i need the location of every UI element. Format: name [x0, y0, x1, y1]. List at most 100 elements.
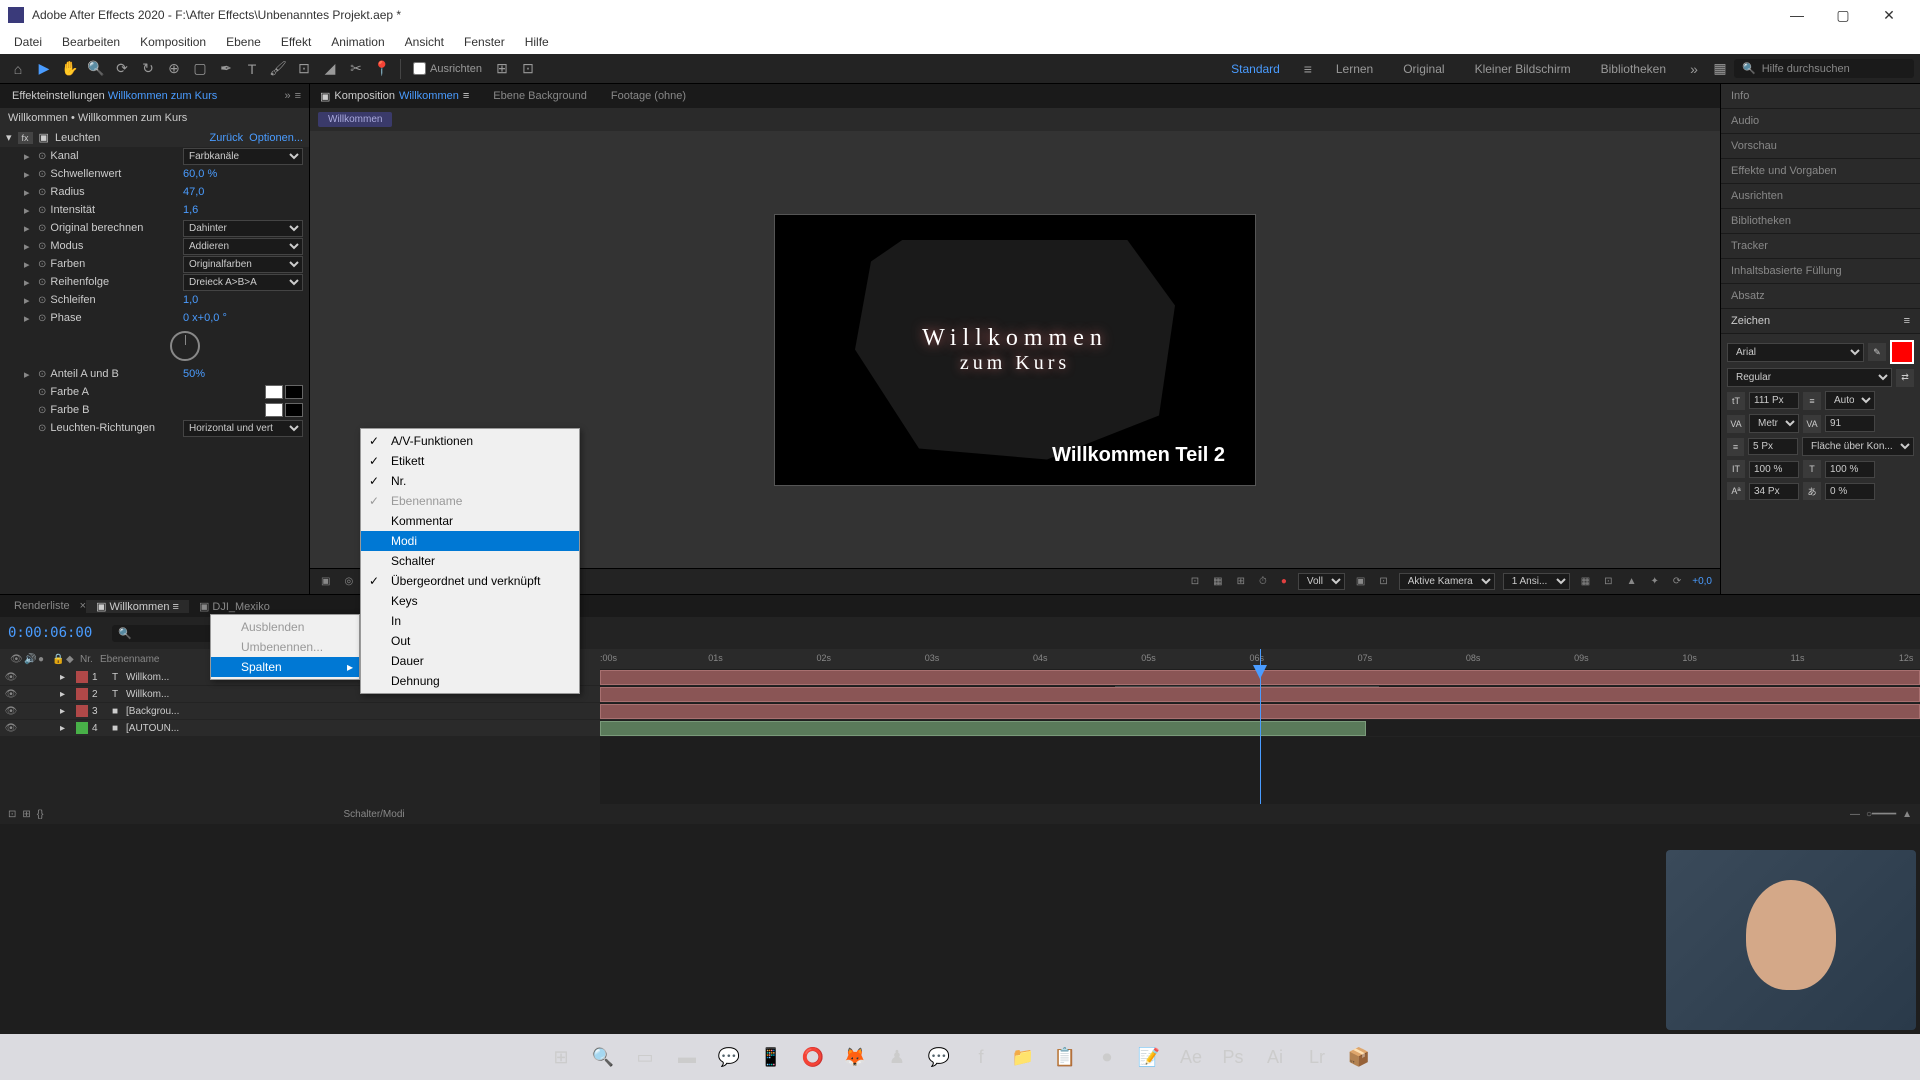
- stopwatch-icon[interactable]: ⊙: [38, 241, 46, 252]
- twirl-icon[interactable]: ▸: [24, 204, 34, 217]
- stamp-tool[interactable]: ⊡: [292, 57, 316, 81]
- workspace-more-icon[interactable]: »: [1682, 57, 1706, 81]
- status-btn[interactable]: ⊞: [22, 809, 30, 820]
- stroke-input[interactable]: [1748, 438, 1798, 455]
- panel-tracker[interactable]: Tracker: [1721, 234, 1920, 259]
- font-style-select[interactable]: Regular: [1727, 368, 1892, 387]
- twirl-icon[interactable]: ▸: [24, 294, 34, 307]
- tl-tab-mexiko[interactable]: ▣ DJI_Mexiko: [189, 600, 280, 613]
- ctx-item[interactable]: ✓A/V-Funktionen: [361, 431, 579, 451]
- taskbar-app[interactable]: 🦊: [837, 1039, 873, 1075]
- twirl-icon[interactable]: ▸: [24, 240, 34, 253]
- playhead[interactable]: [1260, 649, 1261, 804]
- stopwatch-icon[interactable]: ⊙: [38, 223, 46, 234]
- resolution-select[interactable]: Voll: [1298, 573, 1345, 590]
- orbit-tool[interactable]: ⟳: [110, 57, 134, 81]
- ctx-item[interactable]: Keys: [361, 591, 579, 611]
- eyedropper-b[interactable]: [285, 403, 303, 417]
- camera-select[interactable]: Aktive Kamera: [1399, 573, 1495, 590]
- viewer-btn[interactable]: ⊡: [1188, 576, 1202, 587]
- taskbar-app[interactable]: 📦: [1341, 1039, 1377, 1075]
- tl-tab-render[interactable]: Renderliste: [4, 600, 80, 612]
- prop-value[interactable]: 1,6: [183, 204, 303, 216]
- views-select[interactable]: 1 Ansi...: [1503, 573, 1570, 590]
- status-btn[interactable]: ⊡: [8, 809, 16, 820]
- comp-tab-willkommen[interactable]: ▣ Komposition Willkommen ≡: [314, 90, 475, 103]
- layer-row[interactable]: 👁▸4■[AUTOUN...: [0, 720, 600, 737]
- exposure[interactable]: +0,0: [1692, 576, 1712, 587]
- taskbar-app[interactable]: Ps: [1215, 1039, 1251, 1075]
- home-tool[interactable]: ⌂: [6, 57, 30, 81]
- rotate-tool[interactable]: ↻: [136, 57, 160, 81]
- snap-opt-icon[interactable]: ⊞: [490, 57, 514, 81]
- ctx-item[interactable]: ✓Nr.: [361, 471, 579, 491]
- hscale-input[interactable]: [1825, 461, 1875, 478]
- prop-anteil-val[interactable]: 50%: [183, 368, 303, 380]
- viewer-btn[interactable]: ●: [1278, 576, 1290, 587]
- baseline-input[interactable]: [1749, 483, 1799, 500]
- twirl-icon[interactable]: ▸: [24, 150, 34, 163]
- taskbar-app[interactable]: Lr: [1299, 1039, 1335, 1075]
- fx-enable-icon[interactable]: ▣: [39, 131, 49, 144]
- fill-color-swatch[interactable]: [1890, 340, 1914, 364]
- color-b-swatch[interactable]: [265, 403, 283, 417]
- help-search[interactable]: 🔍 Hilfe durchsuchen: [1734, 59, 1914, 78]
- twirl-icon[interactable]: ▸: [24, 258, 34, 271]
- panel-content-fill[interactable]: Inhaltsbasierte Füllung: [1721, 259, 1920, 284]
- menu-ebene[interactable]: Ebene: [216, 30, 271, 54]
- pen-tool[interactable]: ✒: [214, 57, 238, 81]
- viewer-btn[interactable]: ▦: [1210, 576, 1225, 587]
- taskbar-app[interactable]: f: [963, 1039, 999, 1075]
- taskbar-app[interactable]: 📝: [1131, 1039, 1167, 1075]
- fx-badge[interactable]: fx: [18, 132, 33, 144]
- panel-info[interactable]: Info: [1721, 84, 1920, 109]
- maximize-button[interactable]: ▢: [1820, 0, 1866, 30]
- stroke-option-select[interactable]: Fläche über Kon...: [1802, 437, 1914, 456]
- prop-value[interactable]: 0 x+0,0 °: [183, 312, 303, 324]
- workspace-original[interactable]: Original: [1389, 62, 1458, 76]
- zoom-out-icon[interactable]: —: [1850, 809, 1860, 820]
- brush-tool[interactable]: 🖌: [266, 57, 290, 81]
- viewer-btn[interactable]: ⟳: [1670, 576, 1684, 587]
- prop-value-select[interactable]: Dreieck A>B>A: [183, 274, 303, 291]
- workspace-menu-icon[interactable]: ≡: [1296, 57, 1320, 81]
- stopwatch-icon[interactable]: ⊙: [38, 259, 46, 270]
- prop-value[interactable]: 1,0: [183, 294, 303, 306]
- stopwatch-icon[interactable]: ⊙: [38, 151, 46, 162]
- twirl-icon[interactable]: ▸: [24, 312, 34, 325]
- ctx-item[interactable]: Out: [361, 631, 579, 651]
- eraser-tool[interactable]: ◢: [318, 57, 342, 81]
- taskbar-app[interactable]: Ae: [1173, 1039, 1209, 1075]
- twirl-icon[interactable]: ▸: [60, 672, 72, 683]
- status-text[interactable]: Schalter/Modi: [343, 809, 404, 820]
- eye-toggle[interactable]: 👁: [4, 689, 18, 700]
- leading-select[interactable]: Auto: [1825, 391, 1875, 410]
- label-swatch[interactable]: [76, 688, 88, 700]
- effect-controls-tab[interactable]: Effekteinstellungen Willkommen zum Kurs: [4, 90, 225, 102]
- ctx-item[interactable]: Spalten▸: [211, 657, 359, 677]
- panel-menu-icon[interactable]: ≡: [1904, 315, 1910, 327]
- fx-back-link[interactable]: Zurück: [210, 132, 244, 144]
- menu-komposition[interactable]: Komposition: [130, 30, 216, 54]
- twirl-icon[interactable]: ▸: [24, 368, 34, 381]
- eye-toggle[interactable]: 👁: [4, 706, 18, 717]
- puppet-tool[interactable]: 📍: [370, 57, 394, 81]
- twirl-icon[interactable]: ▸: [24, 168, 34, 181]
- twirl-icon[interactable]: ▸: [24, 222, 34, 235]
- eyedropper-a[interactable]: [285, 385, 303, 399]
- font-select[interactable]: Arial: [1727, 343, 1864, 362]
- ctx-item[interactable]: Dauer: [361, 651, 579, 671]
- taskbar-app[interactable]: 📁: [1005, 1039, 1041, 1075]
- viewer-btn[interactable]: ✦: [1647, 576, 1661, 587]
- taskbar-app[interactable]: Ai: [1257, 1039, 1293, 1075]
- stopwatch-icon[interactable]: ⊙: [38, 277, 46, 288]
- menu-effekt[interactable]: Effekt: [271, 30, 321, 54]
- menu-fenster[interactable]: Fenster: [454, 30, 515, 54]
- eye-toggle[interactable]: 👁: [4, 723, 18, 734]
- menu-hilfe[interactable]: Hilfe: [515, 30, 559, 54]
- tsume-input[interactable]: [1825, 483, 1875, 500]
- panel-zeichen[interactable]: Zeichen ≡: [1721, 309, 1920, 334]
- viewer-btn[interactable]: ⊡: [1376, 576, 1390, 587]
- ctx-item[interactable]: Dehnung: [361, 671, 579, 691]
- viewer-btn[interactable]: ⊡: [1601, 576, 1615, 587]
